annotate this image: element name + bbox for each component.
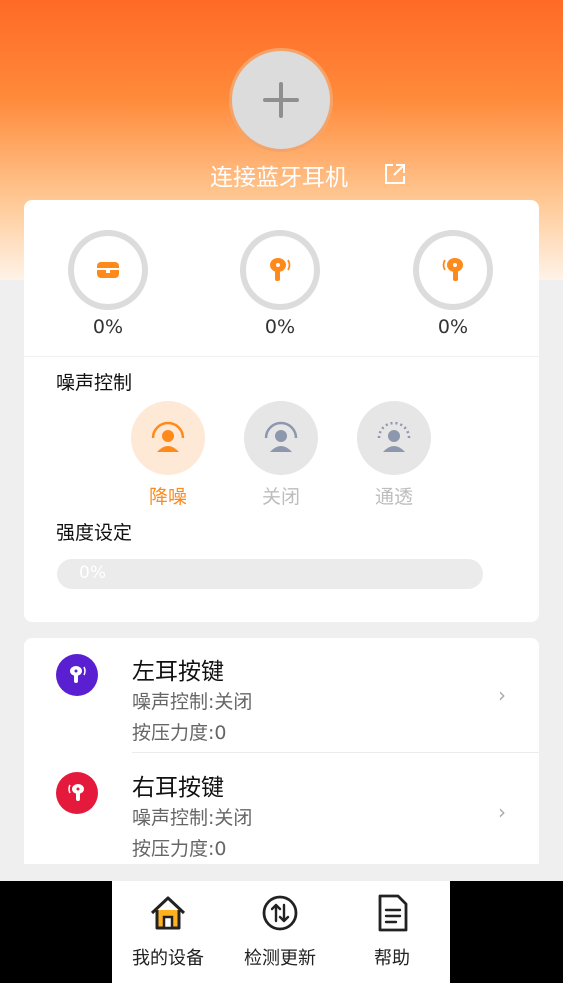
left-battery-ring [240,230,320,310]
mode-off-button[interactable] [244,401,318,475]
mode-off-label[interactable]: 关闭 [236,482,326,509]
transparency-icon [377,421,411,452]
noise-control-label: 噪声控制 [56,372,133,394]
right-earbud-icon [442,258,463,281]
right-ear-noise-status: 噪声控制:关闭 [132,807,253,829]
noise-cancel-icon [151,421,185,452]
noise-off-icon [264,421,298,452]
right-ear-button-row[interactable]: 右耳按键 噪声控制:关闭 按压力度:0 › [24,754,539,866]
tab-check-update[interactable]: 检测更新 [224,881,336,983]
mode-transparency-label[interactable]: 通透 [349,482,439,509]
right-battery-ring [413,230,493,310]
external-link-icon[interactable] [383,162,407,186]
right-ear-pressure-status: 按压力度:0 [132,838,227,860]
connect-title[interactable]: 连接蓝牙耳机 [210,158,348,192]
intensity-value: 0% [79,563,106,583]
row-divider [132,752,539,753]
left-earbud-badge-icon [56,654,98,696]
update-icon [262,895,298,931]
case-battery-value: 0% [92,316,124,338]
ear-buttons-card: 左耳按键 噪声控制:关闭 按压力度:0 › 右耳按键 噪声控制:关闭 按压力度:… [24,638,539,864]
tab-help[interactable]: 帮助 [336,881,448,983]
intensity-label: 强度设定 [56,522,133,544]
bottom-tab-bar: 我的设备 检测更新 帮助 [112,881,450,983]
mode-transparency-button[interactable] [357,401,431,475]
left-ear-title: 左耳按键 [132,659,224,685]
divider [24,356,539,357]
left-ear-button-row[interactable]: 左耳按键 噪声控制:关闭 按压力度:0 › [24,638,539,753]
mode-noise-cancel-button[interactable] [131,401,205,475]
right-earbud-badge-icon [56,772,98,814]
tab-my-devices-label: 我的设备 [132,948,204,969]
left-ear-noise-status: 噪声控制:关闭 [132,691,253,713]
plus-icon [263,82,299,118]
left-battery-value: 0% [264,316,296,338]
right-ear-title: 右耳按键 [132,775,224,801]
intensity-slider[interactable]: 0% [57,559,483,589]
left-earbud-icon [270,258,291,281]
tab-help-label: 帮助 [374,948,410,969]
case-battery-ring [68,230,148,310]
chevron-right-icon: › [498,800,506,824]
status-card: 0% 0% 0% 噪声控制 降噪 关闭 通透 强度设定 0% [24,200,539,622]
left-ear-pressure-status: 按压力度:0 [132,722,227,744]
case-icon [97,262,119,278]
connect-device-button[interactable] [229,48,333,152]
right-battery-value: 0% [437,316,469,338]
tab-check-update-label: 检测更新 [244,948,316,969]
tab-my-devices[interactable]: 我的设备 [112,881,224,983]
mode-noise-cancel-label[interactable]: 降噪 [123,482,213,509]
chevron-right-icon: › [498,683,506,707]
document-icon [378,894,408,932]
home-icon [150,896,186,930]
